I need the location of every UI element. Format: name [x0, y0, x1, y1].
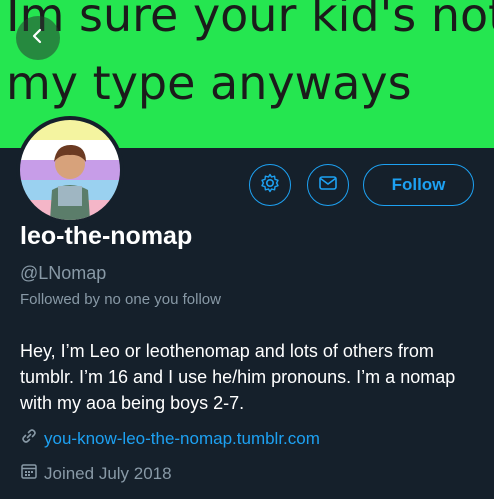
avatar[interactable] [16, 116, 124, 224]
banner-text-line-2: my type anyways [6, 56, 412, 110]
gear-icon [259, 172, 281, 199]
followed-by-text: Followed by no one you follow [20, 291, 221, 308]
website-row: you-know-leo-the-nomap.tumblr.com [20, 427, 320, 450]
envelope-icon [317, 172, 339, 199]
joined-row: Joined July 2018 [20, 462, 172, 485]
link-icon [20, 427, 38, 450]
display-name: leo-the-nomap [20, 222, 193, 250]
settings-button[interactable] [249, 164, 291, 206]
banner-text-line-1: Im sure your kid's not [6, 0, 494, 42]
user-handle: @LNomap [20, 263, 107, 283]
back-button[interactable] [16, 16, 60, 60]
joined-date: Joined July 2018 [44, 463, 172, 483]
follow-button[interactable]: Follow [363, 164, 474, 206]
calendar-icon [20, 462, 38, 485]
website-link[interactable]: you-know-leo-the-nomap.tumblr.com [44, 429, 320, 449]
back-arrow-icon [29, 27, 47, 50]
profile-bio: Hey, I’m Leo or leothenomap and lots of … [20, 341, 456, 413]
message-button[interactable] [307, 164, 349, 206]
